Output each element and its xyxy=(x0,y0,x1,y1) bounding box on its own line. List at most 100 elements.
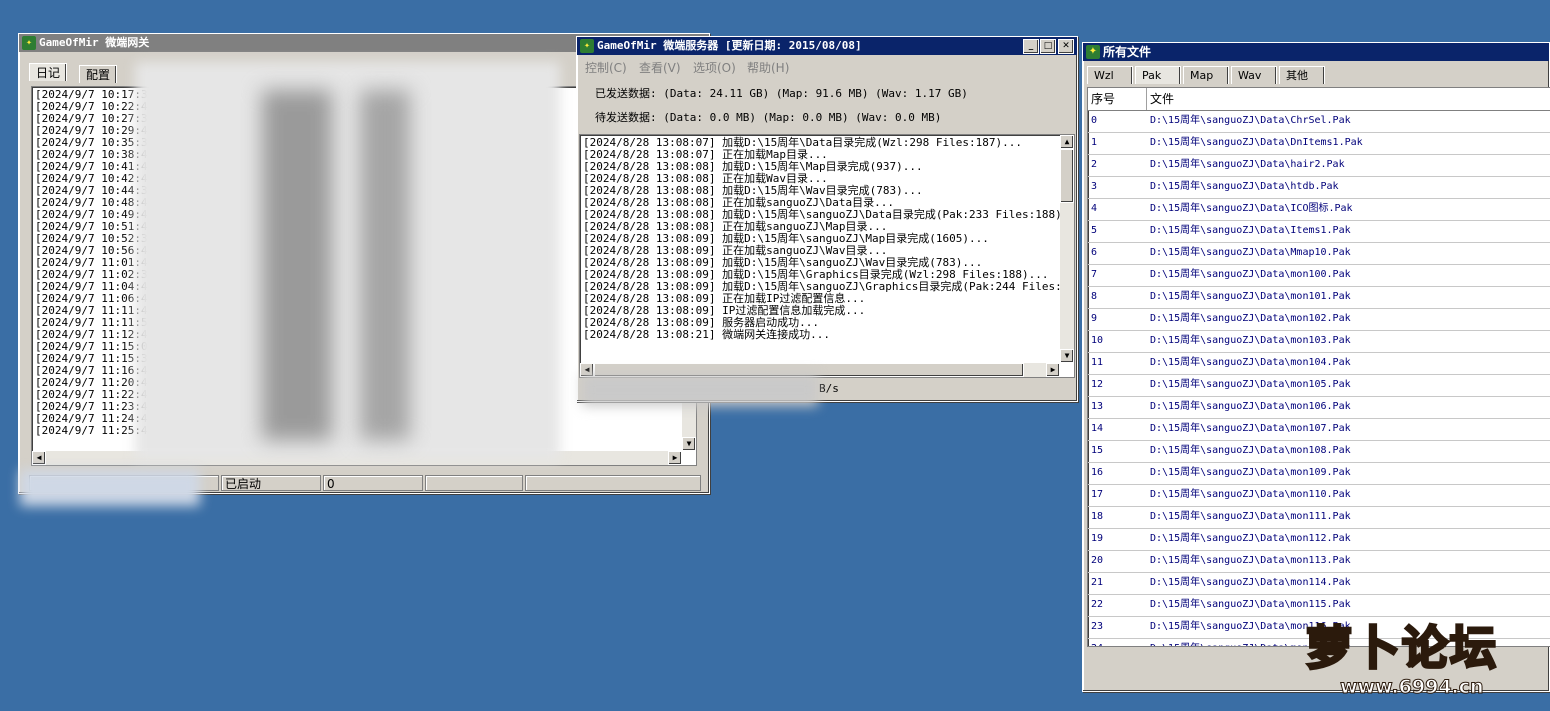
row-file-path: D:\15周年\sanguoZJ\Data\mon106.Pak xyxy=(1150,401,1351,412)
gateway-title: GameOfMir 微端网关 xyxy=(39,36,150,49)
table-row[interactable]: 11 D:\15周年\sanguoZJ\Data\mon104.Pak xyxy=(1088,353,1550,375)
table-row[interactable]: 20 D:\15周年\sanguoZJ\Data\mon113.Pak xyxy=(1088,551,1550,573)
table-row[interactable]: 5 D:\15周年\sanguoZJ\Data\Items1.Pak xyxy=(1088,221,1550,243)
table-row[interactable]: 2 D:\15周年\sanguoZJ\Data\hair2.Pak xyxy=(1088,155,1550,177)
row-file-path: D:\15周年\sanguoZJ\Data\mon109.Pak xyxy=(1150,467,1351,478)
log-line: [2024/8/28 13:08:21] 微端网关连接成功... xyxy=(583,328,830,341)
files-title: 所有文件 xyxy=(1103,45,1152,59)
server-log-list: [2024/8/28 13:08:07] 加载D:\15周年\Data目录完成(… xyxy=(583,137,1074,341)
row-file-path: D:\15周年\sanguoZJ\Data\mon103.Pak xyxy=(1150,335,1351,346)
gateway-status-cell-5 xyxy=(525,475,701,491)
row-file-path: D:\15周年\sanguoZJ\Data\ICO图标.Pak xyxy=(1150,203,1353,214)
scroll-left-arrow-icon[interactable]: ◀ xyxy=(32,451,46,465)
app-icon: ✦ xyxy=(1086,45,1100,59)
row-index: 11 xyxy=(1091,357,1104,368)
row-index: 19 xyxy=(1091,533,1104,544)
tab-其他[interactable]: 其他 xyxy=(1279,66,1325,84)
scroll-down-arrow-icon[interactable]: ▼ xyxy=(682,437,696,451)
close-icon[interactable]: ✕ xyxy=(1058,39,1074,54)
table-row[interactable]: 8 D:\15周年\sanguoZJ\Data\mon101.Pak xyxy=(1088,287,1550,309)
column-index-header[interactable]: 序号 xyxy=(1091,88,1115,110)
server-status-text: B/s xyxy=(819,382,839,395)
table-row[interactable]: 9 D:\15周年\sanguoZJ\Data\mon102.Pak xyxy=(1088,309,1550,331)
table-row[interactable]: 21 D:\15周年\sanguoZJ\Data\mon114.Pak xyxy=(1088,573,1550,595)
blurred-status xyxy=(20,470,200,506)
row-file-path: D:\15周年\sanguoZJ\Data\mon112.Pak xyxy=(1150,533,1351,544)
row-file-path: D:\15周年\sanguoZJ\Data\mon114.Pak xyxy=(1150,577,1351,588)
row-index: 9 xyxy=(1091,313,1098,324)
files-window: ✦ 所有文件 Wzl Pak Map Wav 其他 序号 文件 0 D:\15周年\san… xyxy=(1082,42,1550,692)
table-row[interactable]: 19 D:\15周年\sanguoZJ\Data\mon112.Pak xyxy=(1088,529,1550,551)
row-file-path: D:\15周年\sanguoZJ\Data\hair2.Pak xyxy=(1150,159,1345,170)
row-file-path: D:\15周年\sanguoZJ\Data\ChrSel.Pak xyxy=(1150,115,1351,126)
maximize-icon[interactable]: □ xyxy=(1040,39,1056,54)
tab-wzl[interactable]: Wzl xyxy=(1087,66,1133,84)
scroll-right-arrow-icon[interactable]: ▶ xyxy=(1046,363,1060,377)
row-file-path: D:\15周年\sanguoZJ\Data\mon107.Pak xyxy=(1150,423,1351,434)
scroll-down-arrow-icon[interactable]: ▼ xyxy=(1060,349,1074,363)
tab-config[interactable]: 配置 xyxy=(79,65,118,83)
watermark-brand: 萝卜论坛 xyxy=(1305,620,1498,677)
table-row[interactable]: 12 D:\15周年\sanguoZJ\Data\mon105.Pak xyxy=(1088,375,1550,397)
row-index: 22 xyxy=(1091,599,1104,610)
scroll-thumb[interactable] xyxy=(1060,149,1074,203)
column-file-header[interactable]: 文件 xyxy=(1150,88,1174,110)
table-row[interactable]: 0 D:\15周年\sanguoZJ\Data\ChrSel.Pak xyxy=(1088,111,1550,133)
tab-wav[interactable]: Wav xyxy=(1231,66,1277,84)
menu-help[interactable]: 帮助(H) xyxy=(747,59,789,76)
server-menubar: 控制(C) 查看(V) 选项(O) 帮助(H) xyxy=(585,59,885,75)
table-row[interactable]: 1 D:\15周年\sanguoZJ\Data\DnItems1.Pak xyxy=(1088,133,1550,155)
row-file-path: D:\15周年\sanguoZJ\Data\Items1.Pak xyxy=(1150,225,1351,236)
table-row[interactable]: 13 D:\15周年\sanguoZJ\Data\mon106.Pak xyxy=(1088,397,1550,419)
server-titlebar[interactable]: ✦ GameOfMir 微端服务器 [更新日期: 2015/08/08] _ □… xyxy=(577,37,1077,55)
gateway-status-state: 已启动 xyxy=(221,475,321,491)
tab-pak[interactable]: Pak xyxy=(1135,66,1181,84)
file-rows: 0 D:\15周年\sanguoZJ\Data\ChrSel.Pak 1 D:\15周… xyxy=(1088,111,1550,646)
row-index: 3 xyxy=(1091,181,1098,192)
pending-data-label: 待发送数据: (Data: 0.0 MB) (Map: 0.0 MB) (Wav… xyxy=(595,111,942,124)
table-row[interactable]: 15 D:\15周年\sanguoZJ\Data\mon108.Pak xyxy=(1088,441,1550,463)
tab-log[interactable]: 日记 xyxy=(29,63,68,81)
row-file-path: D:\15周年\sanguoZJ\Data\mon104.Pak xyxy=(1150,357,1351,368)
scroll-up-arrow-icon[interactable]: ▲ xyxy=(1060,135,1074,149)
table-row[interactable]: 16 D:\15周年\sanguoZJ\Data\mon109.Pak xyxy=(1088,463,1550,485)
watermark-url: www.6994.cn xyxy=(1340,676,1485,699)
menu-control[interactable]: 控制(C) xyxy=(585,59,627,76)
table-row[interactable]: 7 D:\15周年\sanguoZJ\Data\mon100.Pak xyxy=(1088,265,1550,287)
table-row[interactable]: 3 D:\15周年\sanguoZJ\Data\htdb.Pak xyxy=(1088,177,1550,199)
row-index: 5 xyxy=(1091,225,1098,236)
row-file-path: D:\15周年\sanguoZJ\Data\mon113.Pak xyxy=(1150,555,1351,566)
table-row[interactable]: 14 D:\15周年\sanguoZJ\Data\mon107.Pak xyxy=(1088,419,1550,441)
menu-options[interactable]: 选项(O) xyxy=(693,59,736,76)
table-row[interactable]: 6 D:\15周年\sanguoZJ\Data\Mmap10.Pak xyxy=(1088,243,1550,265)
file-list-header: 序号 文件 xyxy=(1088,88,1550,111)
files-titlebar[interactable]: ✦ 所有文件 xyxy=(1083,43,1549,61)
watermark-logo: 萝卜论坛 www.6994.cn xyxy=(1300,606,1540,706)
server-log-panel: [2024/8/28 13:08:07] 加载D:\15周年\Data目录完成(… xyxy=(579,134,1075,378)
server-vscrollbar[interactable]: ▲ ▼ xyxy=(1060,135,1074,363)
row-index: 4 xyxy=(1091,203,1098,214)
sent-data-label: 已发送数据: (Data: 24.11 GB) (Map: 91.6 MB) (… xyxy=(595,87,968,100)
table-row[interactable]: 10 D:\15周年\sanguoZJ\Data\mon103.Pak xyxy=(1088,331,1550,353)
blurred-region xyxy=(135,62,560,460)
server-title: GameOfMir 微端服务器 [更新日期: 2015/08/08] xyxy=(597,39,862,52)
row-file-path: D:\15周年\sanguoZJ\Data\mon102.Pak xyxy=(1150,313,1351,324)
table-row[interactable]: 18 D:\15周年\sanguoZJ\Data\mon111.Pak xyxy=(1088,507,1550,529)
gateway-status-cell-4 xyxy=(425,475,523,491)
row-file-path: D:\15周年\sanguoZJ\Data\mon100.Pak xyxy=(1150,269,1351,280)
table-row[interactable]: 17 D:\15周年\sanguoZJ\Data\mon110.Pak xyxy=(1088,485,1550,507)
tab-map[interactable]: Map xyxy=(1183,66,1229,84)
table-row[interactable]: 4 D:\15周年\sanguoZJ\Data\ICO图标.Pak xyxy=(1088,199,1550,221)
gateway-count-text: 0 xyxy=(327,477,335,491)
server-window: ✦ GameOfMir 微端服务器 [更新日期: 2015/08/08] _ □… xyxy=(576,36,1078,402)
row-index: 16 xyxy=(1091,467,1104,478)
scroll-right-arrow-icon[interactable]: ▶ xyxy=(668,451,682,465)
row-file-path: D:\15周年\sanguoZJ\Data\Mmap10.Pak xyxy=(1150,247,1351,258)
row-index: 1 xyxy=(1091,137,1098,148)
minimize-icon[interactable]: _ xyxy=(1023,39,1039,54)
column-divider xyxy=(1146,88,1147,110)
menu-view[interactable]: 查看(V) xyxy=(639,59,681,76)
app-icon: ✦ xyxy=(580,39,594,53)
row-index: 7 xyxy=(1091,269,1098,280)
row-index: 17 xyxy=(1091,489,1104,500)
